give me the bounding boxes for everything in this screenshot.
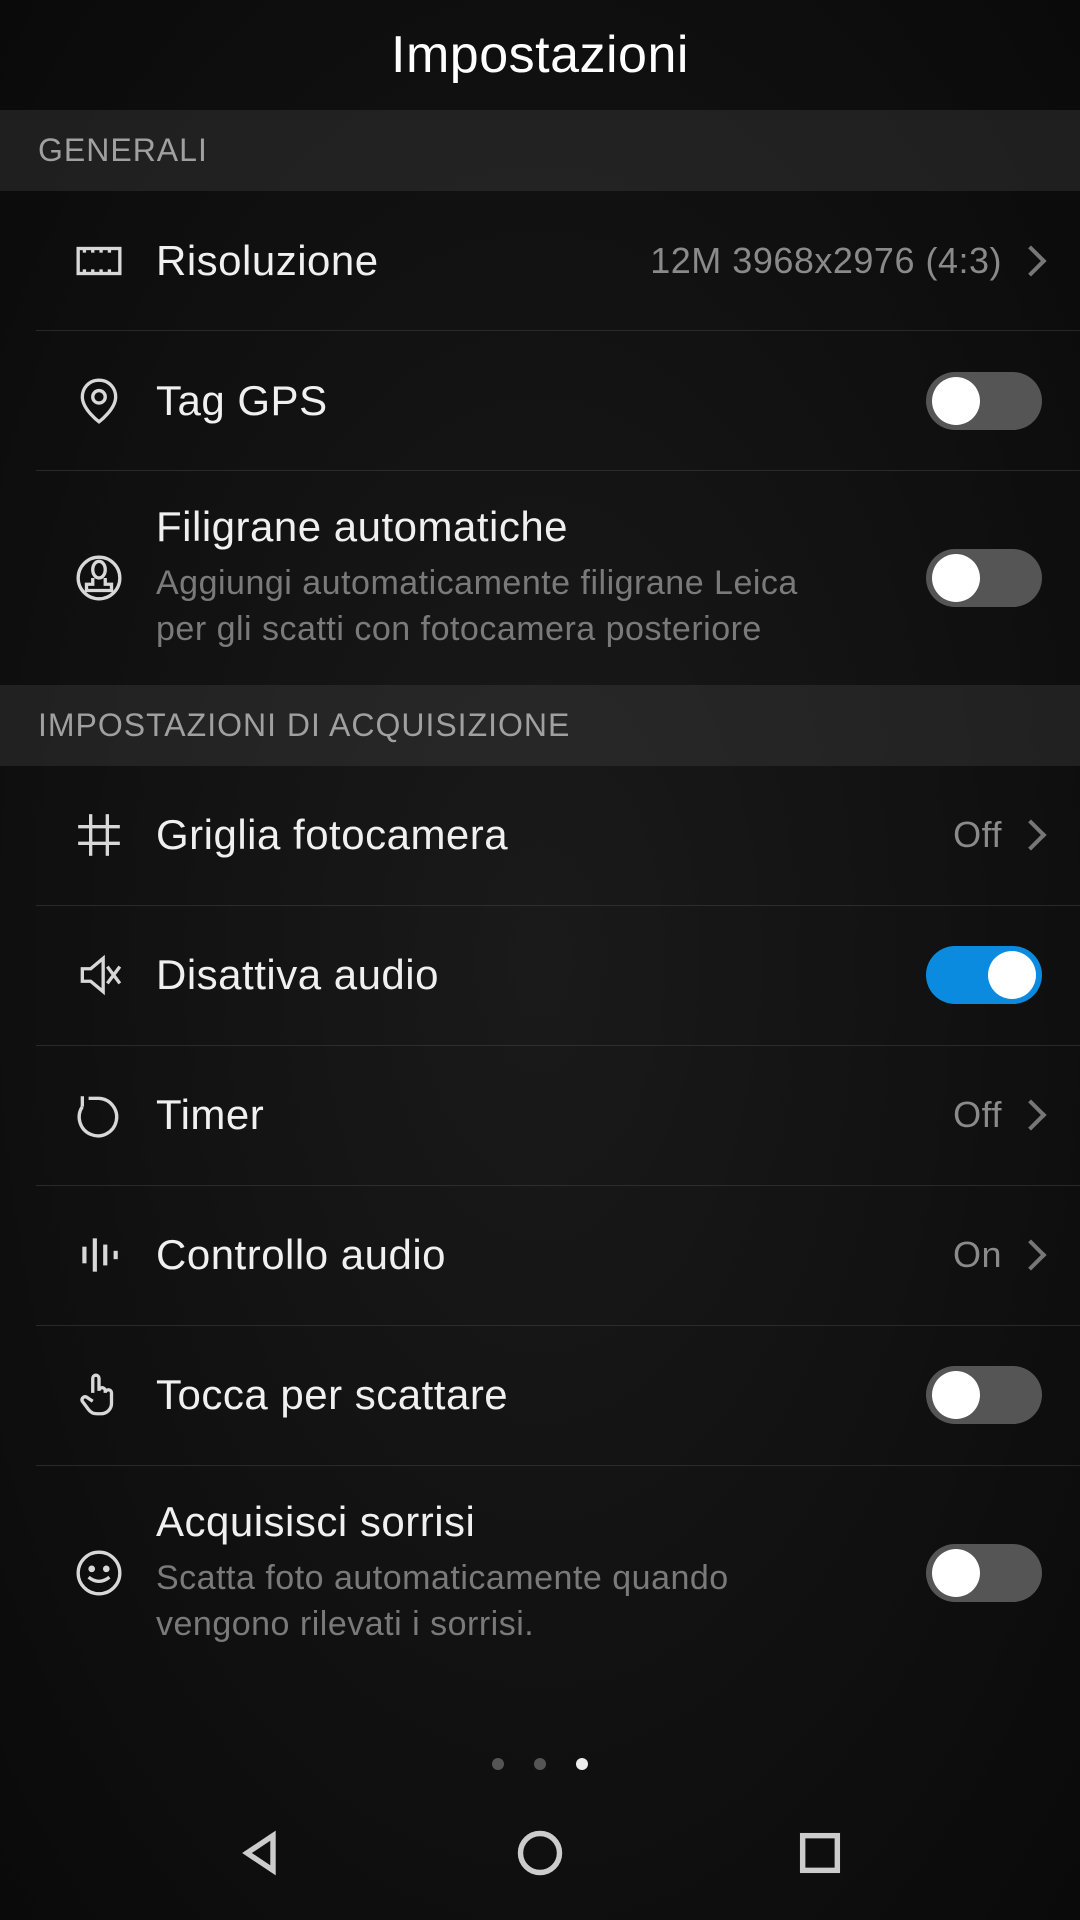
location-pin-icon — [74, 376, 156, 426]
section-header-capture: IMPOSTAZIONI DI ACQUISIZIONE — [0, 685, 1080, 766]
page-dot-3[interactable] — [576, 1758, 588, 1770]
chevron-right-icon — [1015, 820, 1046, 851]
audio-bars-icon — [74, 1230, 156, 1280]
resolution-value: 12M 3968x2976 (4:3) — [650, 240, 1002, 282]
gps-toggle[interactable] — [926, 372, 1042, 430]
touchshoot-toggle[interactable] — [926, 1366, 1042, 1424]
watermark-subtitle: Aggiungi automaticamente filigrane Leica… — [156, 561, 836, 653]
home-button[interactable] — [514, 1827, 566, 1884]
timer-row[interactable]: Timer Off — [36, 1046, 1080, 1186]
grid-label: Griglia fotocamera — [156, 811, 953, 859]
watermark-row[interactable]: Filigrane automatiche Aggiungi automatic… — [36, 471, 1080, 685]
recent-button[interactable] — [794, 1827, 846, 1884]
mute-icon — [74, 950, 156, 1000]
page-title: Impostazioni — [391, 25, 689, 85]
resolution-label: Risoluzione — [156, 237, 650, 285]
audiocontrol-label: Controllo audio — [156, 1231, 953, 1279]
smiles-row[interactable]: Acquisisci sorrisi Scatta foto automatic… — [36, 1466, 1080, 1680]
audiocontrol-row[interactable]: Controllo audio On — [36, 1186, 1080, 1326]
page-dot-1[interactable] — [492, 1758, 504, 1770]
smile-icon — [74, 1548, 156, 1598]
chevron-right-icon — [1015, 1240, 1046, 1271]
hand-pointer-icon — [74, 1370, 156, 1420]
grid-value: Off — [953, 814, 1002, 856]
grid-icon — [74, 810, 156, 860]
gps-label: Tag GPS — [156, 377, 926, 425]
gps-row[interactable]: Tag GPS — [36, 331, 1080, 471]
watermark-label: Filigrane automatiche — [156, 503, 926, 551]
section-header-general: GENERALI — [0, 110, 1080, 191]
audiocontrol-value: On — [953, 1234, 1002, 1276]
timer-icon — [74, 1090, 156, 1140]
back-button[interactable] — [234, 1827, 286, 1884]
system-navbar — [0, 1790, 1080, 1920]
touchshoot-label: Tocca per scattare — [156, 1371, 926, 1419]
touchshoot-row[interactable]: Tocca per scattare — [36, 1326, 1080, 1466]
smiles-label: Acquisisci sorrisi — [156, 1498, 926, 1546]
film-icon — [74, 236, 156, 286]
smiles-subtitle: Scatta foto automaticamente quando vengo… — [156, 1556, 836, 1648]
mute-row[interactable]: Disattiva audio — [36, 906, 1080, 1046]
chevron-right-icon — [1015, 1100, 1046, 1131]
resolution-row[interactable]: Risoluzione 12M 3968x2976 (4:3) — [36, 191, 1080, 331]
header: Impostazioni — [0, 0, 1080, 110]
timer-label: Timer — [156, 1091, 953, 1139]
page-indicator — [0, 1758, 1080, 1770]
watermark-toggle[interactable] — [926, 549, 1042, 607]
grid-row[interactable]: Griglia fotocamera Off — [36, 766, 1080, 906]
mute-label: Disattiva audio — [156, 951, 926, 999]
mute-toggle[interactable] — [926, 946, 1042, 1004]
stamp-icon — [74, 553, 156, 603]
page-dot-2[interactable] — [534, 1758, 546, 1770]
timer-value: Off — [953, 1094, 1002, 1136]
chevron-right-icon — [1015, 245, 1046, 276]
smiles-toggle[interactable] — [926, 1544, 1042, 1602]
